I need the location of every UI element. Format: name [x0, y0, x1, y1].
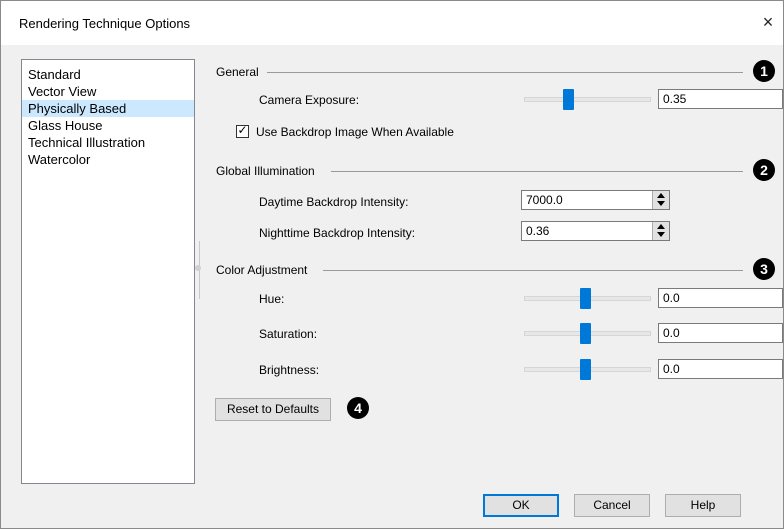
camera-exposure-slider-thumb[interactable] [563, 89, 574, 110]
group-general-divider [267, 72, 743, 73]
daytime-intensity-value[interactable]: 7000.0 [526, 191, 563, 209]
callout-marker-1: 1 [753, 60, 775, 82]
brightness-label: Brightness: [259, 363, 320, 377]
group-global-illumination-label: Global Illumination [216, 164, 315, 178]
callout-marker-4: 4 [347, 397, 369, 419]
rendering-technique-dialog: Rendering Technique Options × Standard V… [0, 0, 784, 529]
nighttime-intensity-spinner[interactable]: 0.36 [521, 221, 670, 241]
spin-up-icon[interactable] [657, 224, 665, 229]
use-backdrop-checkbox[interactable]: ✓ [236, 123, 249, 138]
ok-button[interactable]: OK [483, 494, 559, 517]
title-bar: Rendering Technique Options × [1, 1, 783, 45]
list-item-watercolor[interactable]: Watercolor [22, 151, 194, 168]
camera-exposure-slider-track[interactable] [524, 97, 651, 102]
close-icon[interactable]: × [757, 11, 779, 33]
nighttime-intensity-label: Nighttime Backdrop Intensity: [259, 226, 416, 240]
hue-slider-thumb[interactable] [580, 288, 591, 309]
group-color-adjustment-label: Color Adjustment [216, 263, 308, 277]
cancel-button[interactable]: Cancel [574, 494, 650, 517]
callout-marker-2: 2 [753, 159, 775, 181]
daytime-intensity-label: Daytime Backdrop Intensity: [259, 195, 409, 209]
group-color-adjustment-divider [323, 270, 743, 271]
camera-exposure-label: Camera Exposure: [259, 93, 360, 107]
brightness-field[interactable]: 0.0 [658, 359, 783, 379]
technique-list[interactable]: Standard Vector View Physically Based Gl… [21, 59, 195, 484]
group-global-illumination-divider [331, 171, 743, 172]
callout-marker-3: 3 [753, 258, 775, 280]
hue-field[interactable]: 0.0 [658, 288, 783, 308]
spin-down-icon[interactable] [657, 201, 665, 206]
spin-buttons[interactable] [652, 191, 669, 209]
list-item-vector-view[interactable]: Vector View [22, 83, 194, 100]
group-general-label: General [216, 65, 259, 79]
saturation-field[interactable]: 0.0 [658, 323, 783, 343]
checkmark-icon: ✓ [237, 123, 248, 137]
list-item-technical-illustration[interactable]: Technical Illustration [22, 134, 194, 151]
nighttime-intensity-value[interactable]: 0.36 [526, 222, 549, 240]
daytime-intensity-spinner[interactable]: 7000.0 [521, 190, 670, 210]
saturation-label: Saturation: [259, 327, 318, 341]
splitter-grip[interactable] [195, 265, 201, 271]
reset-to-defaults-button[interactable]: Reset to Defaults [215, 398, 331, 421]
spin-down-icon[interactable] [657, 232, 665, 237]
spin-up-icon[interactable] [657, 193, 665, 198]
saturation-slider-thumb[interactable] [580, 323, 591, 344]
use-backdrop-label: Use Backdrop Image When Available [256, 125, 454, 139]
brightness-slider-thumb[interactable] [580, 359, 591, 380]
hue-label: Hue: [259, 292, 285, 306]
help-button[interactable]: Help [665, 494, 741, 517]
list-item-physically-based[interactable]: Physically Based [22, 100, 194, 117]
list-item-glass-house[interactable]: Glass House [22, 117, 194, 134]
camera-exposure-field[interactable]: 0.35 [658, 89, 783, 109]
spin-buttons[interactable] [652, 222, 669, 240]
dialog-title: Rendering Technique Options [19, 16, 191, 31]
list-item-standard[interactable]: Standard [22, 66, 194, 83]
